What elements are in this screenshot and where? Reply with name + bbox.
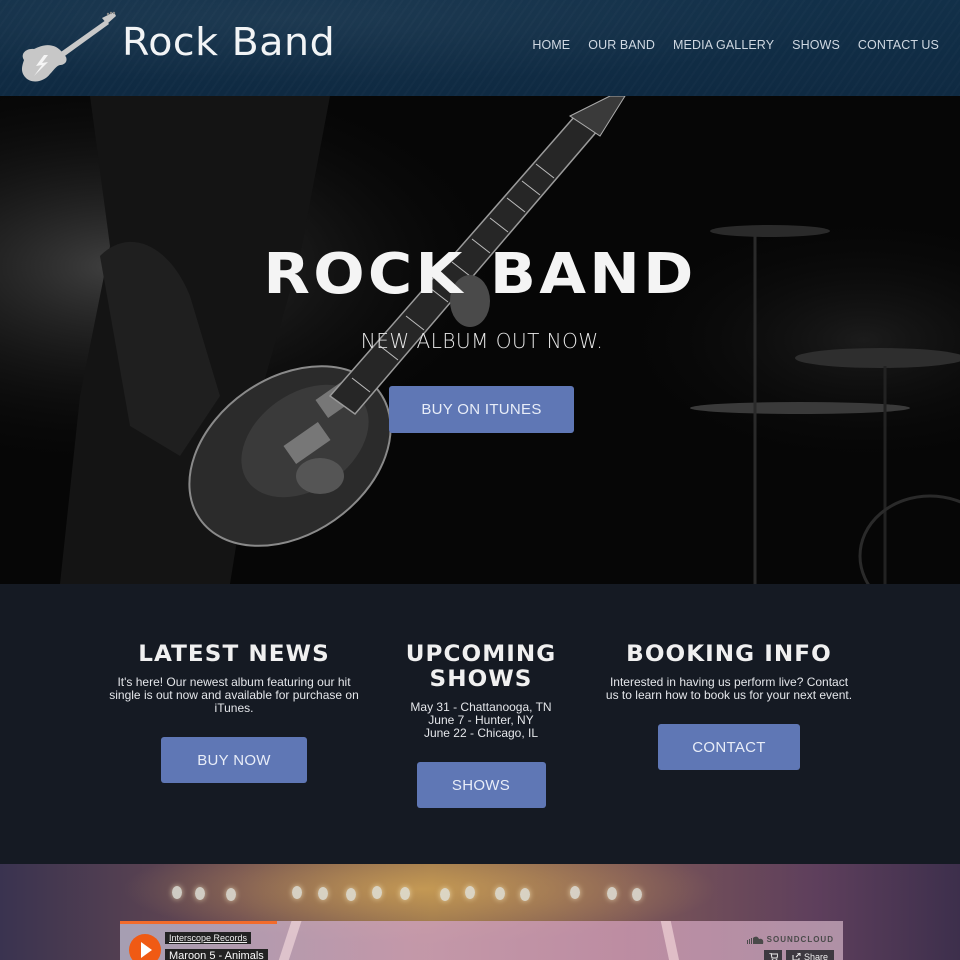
stage-light xyxy=(226,888,236,901)
booking-info-heading: BOOKING INFO xyxy=(626,642,832,667)
stage-light xyxy=(440,888,450,901)
upcoming-shows-heading: UPCOMING SHOWS xyxy=(350,642,613,692)
show-date-item: June 7 - Hunter, NY xyxy=(428,713,534,727)
buy-now-button[interactable]: BUY NOW xyxy=(161,737,307,783)
stage-light xyxy=(400,887,410,900)
main-nav: HOME OUR BAND MEDIA GALLERY SHOWS CONTAC… xyxy=(523,38,948,52)
stage-light xyxy=(520,888,530,901)
stage-light xyxy=(495,887,505,900)
latest-news-text: It's here! Our newest album featuring ou… xyxy=(109,675,359,715)
soundcloud-cloud-icon xyxy=(746,936,763,944)
nav-contact-us[interactable]: CONTACT US xyxy=(849,38,948,52)
record-label-link[interactable]: Interscope Records xyxy=(165,932,252,944)
stage-light xyxy=(195,887,205,900)
brand-logo-text[interactable]: Rock Band xyxy=(122,20,335,64)
soundcloud-brand[interactable]: SOUNDCLOUD xyxy=(746,935,834,944)
stage-light xyxy=(292,886,302,899)
soundcloud-player[interactable]: Interscope Records Maroon 5 - Animals SO… xyxy=(120,921,843,960)
upcoming-shows-heading-line1: UPCOMING xyxy=(405,642,557,667)
stage-light xyxy=(632,888,642,901)
music-player-section: Interscope Records Maroon 5 - Animals SO… xyxy=(0,864,960,960)
upcoming-shows-heading-line2: SHOWS xyxy=(429,667,533,692)
share-button[interactable]: Share xyxy=(786,950,834,960)
latest-news-heading: LATEST NEWS xyxy=(138,642,330,667)
hero-title: ROCK BAND xyxy=(263,242,697,307)
cart-button[interactable] xyxy=(764,950,782,960)
stage-light xyxy=(318,887,328,900)
booking-info-column: BOOKING INFO Interested in having us per… xyxy=(604,642,854,770)
stage-light xyxy=(372,886,382,899)
latest-news-column: LATEST NEWS It's here! Our newest album … xyxy=(109,642,359,783)
hero-subtitle: NEW ALBUM OUT NOW. xyxy=(360,329,604,353)
soundcloud-brand-text: SOUNDCLOUD xyxy=(766,935,834,944)
buy-on-itunes-button[interactable]: BUY ON ITUNES xyxy=(389,386,574,433)
stage-light xyxy=(570,886,580,899)
site-header: Rock Band HOME OUR BAND MEDIA GALLERY SH… xyxy=(0,0,960,96)
playback-progress-bar[interactable] xyxy=(120,921,277,924)
nav-media-gallery[interactable]: MEDIA GALLERY xyxy=(664,38,783,52)
share-label: Share xyxy=(803,952,829,960)
nav-shows[interactable]: SHOWS xyxy=(783,38,849,52)
stage-light xyxy=(172,886,182,899)
upcoming-shows-column: UPCOMING SHOWS May 31 - Chattanooga, TN … xyxy=(356,642,606,808)
nav-our-band[interactable]: OUR BAND xyxy=(579,38,664,52)
nav-home[interactable]: HOME xyxy=(523,38,579,52)
info-section: LATEST NEWS It's here! Our newest album … xyxy=(0,584,960,864)
share-icon xyxy=(792,953,801,960)
cart-icon xyxy=(768,953,778,960)
contact-button[interactable]: CONTACT xyxy=(658,724,800,770)
show-date-item: May 31 - Chattanooga, TN xyxy=(410,700,552,714)
track-title[interactable]: Maroon 5 - Animals xyxy=(165,949,268,960)
stage-light xyxy=(465,886,475,899)
booking-info-text: Interested in having us perform live? Co… xyxy=(605,675,853,702)
artwork-stripe xyxy=(660,921,680,960)
show-dates-list: May 31 - Chattanooga, TN June 7 - Hunter… xyxy=(356,701,606,740)
show-date-item: June 22 - Chicago, IL xyxy=(423,726,539,740)
hero-banner: ROCK BAND NEW ALBUM OUT NOW. BUY ON ITUN… xyxy=(0,96,960,584)
artwork-stripe xyxy=(278,921,302,960)
shows-button[interactable]: SHOWS xyxy=(416,762,546,808)
electric-guitar-icon[interactable] xyxy=(14,10,116,84)
play-icon[interactable] xyxy=(129,934,161,960)
stage-light xyxy=(346,888,356,901)
stage-light xyxy=(607,887,617,900)
